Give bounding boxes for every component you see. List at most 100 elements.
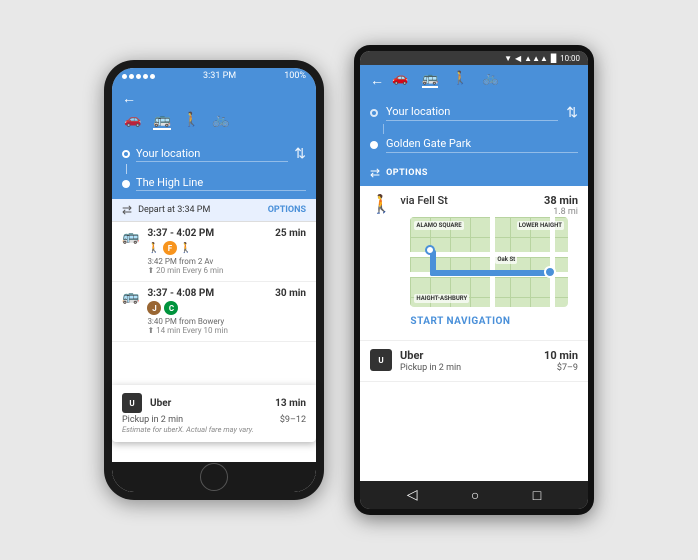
- uber-label: Uber: [150, 398, 275, 409]
- alamo-label: ALAMO SQUARE: [414, 221, 463, 230]
- swap-icon[interactable]: ⇅: [294, 146, 306, 162]
- transit-detail-2: 3:37 - 4:08 PM 30 min J C 3:40 PM from B…: [147, 288, 306, 335]
- home-button[interactable]: [200, 463, 228, 491]
- android-recents-nav[interactable]: □: [533, 487, 541, 504]
- uber-note: Estimate for uberX. Actual fare may vary…: [122, 425, 306, 434]
- bus-icon-1: 🚌: [122, 229, 139, 245]
- android-walk-details: via Fell St 38 min 1.8 mi: [400, 194, 578, 332]
- uber-duration: 13 min: [275, 398, 306, 409]
- android-car-icon[interactable]: 🚗: [392, 71, 408, 88]
- android-bike-icon[interactable]: 🚲: [483, 71, 499, 88]
- transit-time-row-2: 3:37 - 4:08 PM 30 min: [147, 288, 306, 299]
- android-filter-icon: ⇄: [370, 166, 380, 180]
- android-walk-distance: 1.8 mi: [544, 207, 578, 217]
- route-connector-line: [126, 164, 127, 174]
- lower-haight-label: LOWER HAIGHT: [517, 221, 564, 230]
- android-back-nav[interactable]: ◁: [407, 487, 418, 503]
- dot2: [129, 74, 134, 79]
- to-field-row: The High Line: [122, 174, 306, 193]
- transit-mode-icon[interactable]: 🚌: [153, 112, 170, 130]
- iphone-home-bar: [112, 462, 316, 492]
- transit-result-2[interactable]: 🚌 3:37 - 4:08 PM 30 min J C 3:40 PM from…: [112, 282, 316, 342]
- signal-dots: [122, 74, 155, 79]
- iphone-screen: 3:31 PM 100% ← 🚗 🚌 🚶 🚲 Your location ⇅: [112, 68, 316, 492]
- android-uber-result[interactable]: U Uber 10 min Pickup in 2 min $7–9: [360, 341, 588, 382]
- android-uber-duration: 10 min: [544, 349, 578, 362]
- transit-duration-1: 25 min: [275, 228, 306, 239]
- route-map: ALAMO SQUARE LOWER HAIGHT HAIGHT-ASHBURY…: [410, 217, 568, 307]
- transit-meta-2: ⬆ 14 min Every 10 min: [147, 326, 306, 335]
- android-swap-icon[interactable]: ⇅: [566, 105, 578, 121]
- android-uber-details: Uber 10 min Pickup in 2 min $7–9: [400, 349, 578, 373]
- android-walk-mode-icon: 🚶: [370, 194, 392, 215]
- android-from-row: Your location ⇅: [370, 102, 578, 124]
- f-train-badge: F: [163, 241, 177, 255]
- walk-icon-1a: 🚶: [147, 243, 159, 254]
- android-header: ← 🚗 🚌 🚶 🚲: [360, 65, 588, 100]
- dot4: [143, 74, 148, 79]
- transit-result-1[interactable]: 🚌 3:37 - 4:02 PM 25 min 🚶 F 🚶 3:42 PM fr…: [112, 222, 316, 282]
- transit-times-2: 3:37 - 4:08 PM: [147, 288, 214, 299]
- android-nav-row: ← 🚗 🚌 🚶 🚲: [370, 71, 578, 90]
- android-walk-duration: 38 min: [544, 194, 578, 207]
- options-button[interactable]: OPTIONS: [268, 205, 306, 215]
- signal-icon: ◀: [515, 54, 521, 63]
- android-to-dot: [370, 141, 378, 149]
- route-icons-1: 🚶 F 🚶: [147, 241, 306, 255]
- uber-popup[interactable]: U Uber 13 min Pickup in 2 min $9–12 Esti…: [112, 385, 316, 442]
- android-results: 🚶 via Fell St 38 min 1.8 mi: [360, 186, 588, 481]
- car-mode-icon[interactable]: 🚗: [124, 112, 141, 130]
- start-navigation-button[interactable]: START NAVIGATION: [400, 313, 578, 332]
- android-options-label: OPTIONS: [386, 168, 428, 178]
- android-walk-icon[interactable]: 🚶: [452, 71, 468, 88]
- uber-logo: U: [122, 393, 142, 413]
- android-transport-bar: 🚗 🚌 🚶 🚲: [392, 71, 499, 90]
- walk-icon-1b: 🚶: [180, 243, 192, 254]
- android-uber-sub-row: Pickup in 2 min $7–9: [400, 363, 578, 373]
- android-time: 10:00: [560, 54, 580, 63]
- iphone-status-bar: 3:31 PM 100%: [112, 68, 316, 84]
- bike-mode-icon[interactable]: 🚲: [212, 112, 229, 130]
- transit-detail-1: 3:37 - 4:02 PM 25 min 🚶 F 🚶 3:42 PM from…: [147, 228, 306, 275]
- android-transit-icon[interactable]: 🚌: [422, 71, 438, 88]
- android-device: ▼ ◀ ▲▲▲ ▉ 10:00 ← 🚗 🚌 🚶 🚲: [354, 45, 594, 515]
- iphone-device: 3:31 PM 100% ← 🚗 🚌 🚶 🚲 Your location ⇅: [104, 60, 324, 500]
- transport-mode-bar: 🚗 🚌 🚶 🚲: [122, 112, 306, 134]
- android-uber-top-row: Uber 10 min: [400, 349, 578, 362]
- uber-price: $9–12: [280, 415, 306, 425]
- to-field[interactable]: The High Line: [136, 176, 306, 191]
- bus-icon-2: 🚌: [122, 289, 139, 305]
- walk-mode-icon[interactable]: 🚶: [183, 112, 200, 130]
- iphone-time: 3:31 PM: [203, 71, 236, 81]
- depart-text[interactable]: Depart at 3:34 PM: [138, 205, 268, 215]
- wifi-icon: ▼: [504, 54, 512, 63]
- android-walk-result[interactable]: 🚶 via Fell St 38 min 1.8 mi: [360, 186, 588, 341]
- battery-icon: ▉: [551, 54, 557, 63]
- android-uber-pickup: Pickup in 2 min: [400, 363, 461, 373]
- transit-from-1: 3:42 PM from 2 Av: [147, 257, 306, 266]
- android-back-button[interactable]: ←: [370, 72, 384, 89]
- dot5: [150, 74, 155, 79]
- filter-icon: ⇄: [122, 203, 132, 217]
- iphone-battery: 100%: [284, 71, 306, 81]
- oak-st-label: Oak St: [495, 255, 517, 264]
- map-end-marker: [544, 266, 556, 278]
- android-uber-logo: U: [370, 349, 392, 371]
- android-nav-bar: ◁ ○ □: [360, 481, 588, 509]
- transit-times-1: 3:37 - 4:02 PM: [147, 228, 214, 239]
- back-button[interactable]: ←: [122, 90, 306, 107]
- map-road-v2: [550, 217, 555, 307]
- android-walk-time-row: via Fell St 38 min 1.8 mi: [400, 194, 578, 217]
- android-via-text: via Fell St: [400, 194, 447, 207]
- android-from-field[interactable]: Your location: [386, 105, 558, 121]
- transit-meta-1: ⬆ 20 min Every 6 min: [147, 266, 306, 275]
- dot1: [122, 74, 127, 79]
- signal-bars-icon: ▲▲▲: [524, 54, 548, 63]
- haight-label: HAIGHT-ASHBURY: [414, 294, 469, 303]
- android-home-nav[interactable]: ○: [471, 487, 479, 504]
- android-to-field[interactable]: Golden Gate Park: [386, 137, 578, 153]
- iphone-header: ← 🚗 🚌 🚶 🚲: [112, 84, 316, 140]
- from-field[interactable]: Your location: [136, 147, 288, 162]
- depart-bar: ⇄ Depart at 3:34 PM OPTIONS: [112, 199, 316, 222]
- android-options-bar[interactable]: ⇄ OPTIONS: [360, 162, 588, 186]
